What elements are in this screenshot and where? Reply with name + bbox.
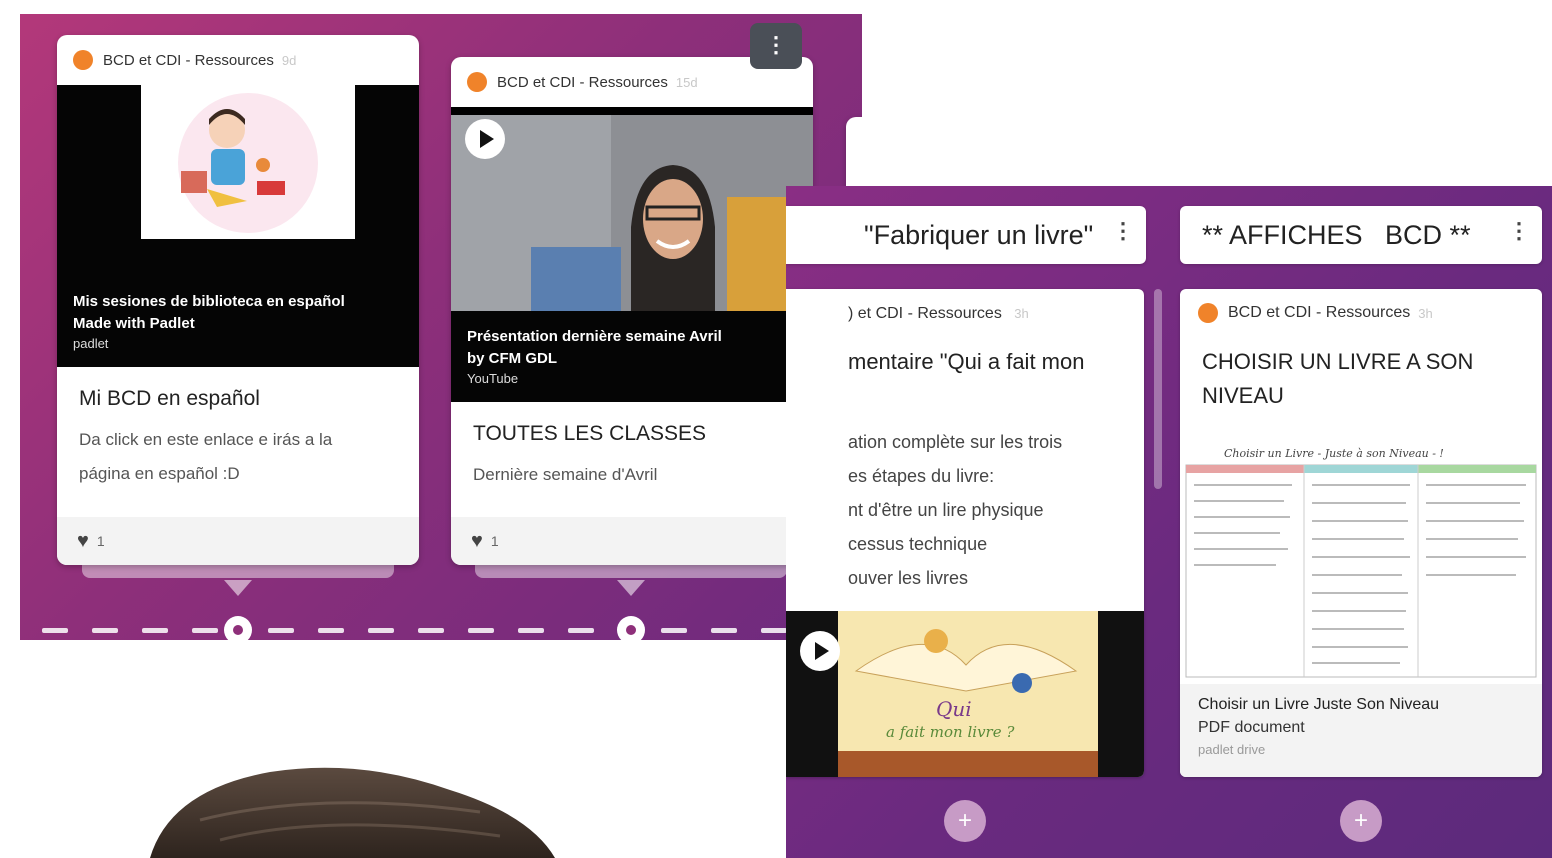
post-title: CHOISIR UN LIVRE A SON NIVEAU	[1202, 345, 1473, 413]
person-hair-photo	[150, 767, 555, 858]
post-age: 3h	[1418, 305, 1433, 321]
post-title: mentaire "Qui a fait mon	[848, 349, 1085, 374]
post-author-row: ) et CDI - Ressources 3h	[848, 305, 1029, 323]
post-author: ) et CDI - Ressources	[848, 305, 1002, 322]
post-body-line: es étapes du livre:	[848, 466, 995, 486]
column-title: ** AFFICHES BCD **	[1202, 219, 1471, 250]
document-heading: Choisir un Livre - Juste à son Niveau - …	[1224, 447, 1444, 460]
post-body-line: ouver les livres	[848, 568, 969, 588]
post-card[interactable]: BCD et CDI - Ressources 3h CHOISIR UN LI…	[1180, 289, 1542, 777]
column-menu-icon[interactable]: ⋮	[1508, 218, 1530, 244]
post-body-line: ation complète sur les trois	[848, 432, 1063, 452]
post-body-line: cessus technique	[848, 534, 988, 554]
video-preview[interactable]: Qui a fait mon livre ?	[786, 611, 1144, 777]
post-title-line: CHOISIR UN LIVRE A SON	[1202, 349, 1474, 374]
post-title-line: NIVEAU	[1202, 383, 1284, 408]
column-scrollbar[interactable]	[1154, 289, 1162, 489]
attachment-title: Choisir un Livre Juste Son Niveau	[1198, 696, 1440, 713]
attachment-source: padlet drive	[1198, 742, 1266, 757]
post-age: 3h	[1014, 306, 1029, 321]
post-author: BCD et CDI - Ressources	[1228, 304, 1411, 321]
column-title: "Fabriquer un livre"	[864, 219, 1094, 250]
book-subtitle-text: a fait mon livre ?	[886, 723, 1015, 741]
document-preview[interactable]: Choisir un Livre - Juste à son Niveau - …	[1180, 439, 1542, 684]
add-post-button[interactable]: +	[944, 800, 986, 842]
column-header[interactable]: "Fabriquer un livre" ⋮	[786, 206, 1146, 264]
post-body: ation complète sur les trois es étapes d…	[848, 425, 1062, 595]
book-title-text: Qui	[936, 697, 972, 721]
document-table	[1185, 464, 1537, 678]
attachment-type: PDF document	[1198, 719, 1305, 736]
column-header[interactable]: ** AFFICHES BCD ** ⋮	[1180, 206, 1542, 264]
post-card[interactable]: ) et CDI - Ressources 3h mentaire "Qui a…	[786, 289, 1144, 777]
post-body-line: nt d'être un lire physique	[848, 500, 1044, 520]
columns-board: "Fabriquer un livre" ⋮ ** AFFICHES BCD *…	[786, 186, 1552, 858]
play-icon[interactable]	[800, 631, 840, 671]
attachment-info[interactable]: Choisir un Livre Juste Son Niveau PDF do…	[1180, 684, 1542, 777]
book-thumbnail	[838, 611, 1098, 777]
avatar	[1198, 303, 1218, 323]
post-author-row: BCD et CDI - Ressources 3h	[1198, 303, 1433, 323]
column-menu-icon[interactable]: ⋮	[1112, 218, 1134, 244]
timeline-track	[761, 628, 787, 633]
add-post-button[interactable]: +	[1340, 800, 1382, 842]
